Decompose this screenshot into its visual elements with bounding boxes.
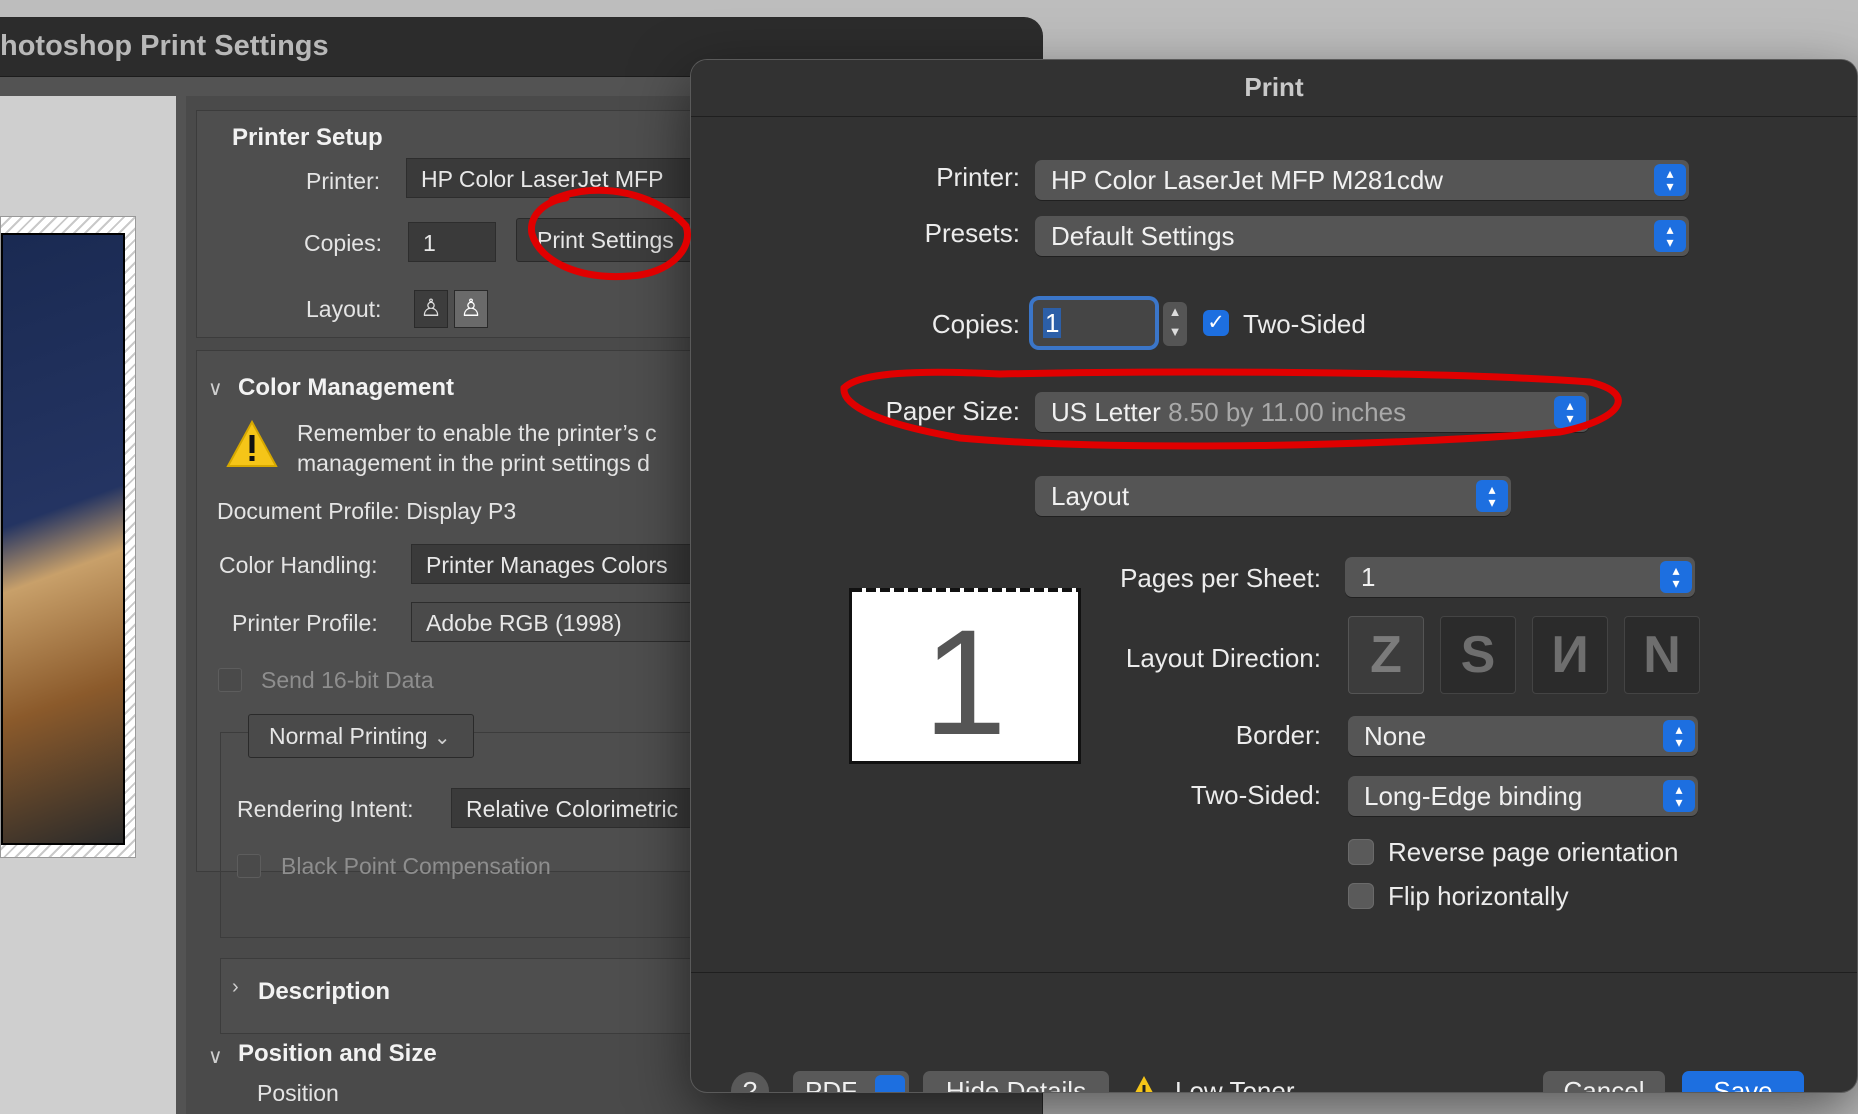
border-value: None (1364, 721, 1427, 751)
copies-value: 1 (1043, 308, 1062, 338)
popup-arrows-icon: ▴ ▾ (1654, 220, 1686, 252)
paper-size-value: US Letter (1051, 397, 1161, 427)
popup-arrows-icon: ▴ ▾ (1476, 480, 1508, 512)
layout-direction-reverse-n[interactable]: И (1532, 616, 1608, 694)
pages-per-sheet-popup[interactable]: 1 ▴ ▾ (1345, 557, 1695, 597)
send-16bit-checkbox[interactable] (218, 668, 242, 692)
photoshop-window-title: hotoshop Print Settings (0, 30, 329, 62)
print-preview-area (0, 96, 176, 1114)
color-handling-label: Color Handling: (219, 552, 378, 578)
copies-input[interactable]: 1 (1033, 300, 1155, 346)
copies-stepper[interactable]: ▲ ▼ (1163, 302, 1187, 346)
position-size-heading: Position and Size (238, 1040, 437, 1067)
paper-size-popup[interactable]: US Letter 8.50 by 11.00 inches ▴ ▾ (1035, 392, 1589, 432)
print-settings-button[interactable]: Print Settings (516, 218, 716, 262)
black-point-label: Black Point Compensation (281, 853, 551, 879)
chevron-down-icon[interactable]: ∨ (208, 376, 223, 401)
reverse-orientation-label: Reverse page orientation (1388, 837, 1679, 867)
ps-copies-input[interactable]: 1 (408, 222, 496, 262)
ps-copies-label: Copies: (304, 230, 382, 256)
color-management-heading: Color Management (238, 374, 455, 401)
page-preview-perforation (852, 588, 1078, 592)
paper-size-label: Paper Size: (885, 396, 1020, 426)
preview-photo (1, 233, 125, 845)
presets-value: Default Settings (1051, 221, 1235, 251)
print-dialog-title: Print (1244, 72, 1304, 102)
chevron-down-icon: ⌄ (875, 1075, 905, 1092)
send-16bit-label: Send 16-bit Data (261, 667, 434, 693)
popup-arrows-icon: ▴ ▾ (1554, 396, 1586, 428)
normal-printing-dropdown[interactable]: Normal Printing ⌄ (248, 714, 474, 758)
layout-direction-s[interactable]: S (1440, 616, 1516, 694)
flip-horizontally-checkbox[interactable] (1348, 883, 1374, 909)
ps-layout-label: Layout: (306, 296, 382, 322)
flip-horizontally-label: Flip horizontally (1388, 881, 1569, 911)
popup-arrows-icon: ▴ ▾ (1663, 780, 1695, 812)
pages-per-sheet-value: 1 (1361, 562, 1376, 592)
landscape-layout-icon[interactable]: ♙ (454, 290, 488, 328)
rendering-intent-label: Rendering Intent: (237, 796, 414, 822)
save-button[interactable]: Save (1682, 1071, 1804, 1092)
page-preview-number: 1 (923, 598, 1007, 766)
portrait-layout-icon[interactable]: ♙ (414, 290, 448, 328)
description-heading: Description (258, 978, 391, 1005)
section-popup[interactable]: Layout ▴ ▾ (1035, 476, 1511, 516)
reverse-orientation-checkbox[interactable] (1348, 839, 1374, 865)
border-label: Border: (1235, 720, 1321, 750)
two-sided-binding-label: Two-Sided: (1190, 780, 1321, 810)
popup-arrows-icon: ▴ ▾ (1660, 561, 1692, 593)
printer-value: HP Color LaserJet MFP M281cdw (1051, 165, 1444, 195)
print-dialog-titlebar: Print (691, 60, 1857, 117)
pdf-menu-button[interactable]: PDF ⌄ (793, 1071, 909, 1092)
help-button[interactable]: ? (731, 1072, 769, 1092)
printer-setup-heading: Printer Setup (232, 124, 383, 151)
popup-arrows-icon: ▴ ▾ (1663, 720, 1695, 752)
printer-label: Printer: (936, 162, 1020, 192)
low-toner-status: Low Toner (1175, 1076, 1295, 1092)
two-sided-check-label: Two-Sided (1243, 309, 1366, 339)
chevron-right-icon[interactable]: › (232, 976, 239, 999)
popup-arrows-icon: ▴ ▾ (1654, 164, 1686, 196)
cancel-button[interactable]: Cancel (1543, 1071, 1665, 1092)
layout-direction-n[interactable]: N (1624, 616, 1700, 694)
layout-direction-z[interactable]: Z (1348, 616, 1424, 694)
print-preview-page (0, 216, 136, 858)
border-popup[interactable]: None ▴ ▾ (1348, 716, 1698, 756)
two-sided-binding-popup[interactable]: Long-Edge binding ▴ ▾ (1348, 776, 1698, 816)
footer-divider (691, 972, 1857, 973)
color-warning-line2: management in the print settings d (297, 450, 650, 476)
page-preview: 1 (849, 588, 1081, 764)
paper-size-detail: 8.50 by 11.00 inches (1168, 397, 1407, 427)
hide-details-button[interactable]: Hide Details (923, 1071, 1109, 1092)
pdf-label: PDF (805, 1076, 857, 1092)
two-sided-checkbox[interactable]: ✓ (1203, 310, 1229, 336)
warning-icon (226, 420, 278, 467)
print-dialog: Print Printer: HP Color LaserJet MFP M28… (691, 60, 1857, 1092)
presets-label: Presets: (924, 218, 1020, 248)
black-point-checkbox[interactable] (237, 854, 261, 878)
position-label: Position (257, 1080, 339, 1106)
printer-popup[interactable]: HP Color LaserJet MFP M281cdw ▴ ▾ (1035, 160, 1689, 200)
pages-per-sheet-label: Pages per Sheet: (1120, 563, 1321, 593)
layout-direction-label: Layout Direction: (1125, 643, 1321, 673)
normal-printing-label: Normal Printing (269, 723, 428, 749)
document-profile: Document Profile: Display P3 (217, 498, 517, 524)
printer-profile-label: Printer Profile: (232, 610, 378, 636)
presets-popup[interactable]: Default Settings ▴ ▾ (1035, 216, 1689, 256)
ps-printer-label: Printer: (306, 168, 381, 194)
two-sided-binding-value: Long-Edge binding (1364, 781, 1583, 811)
chevron-down-icon[interactable]: ∨ (208, 1044, 223, 1069)
copies-label: Copies: (931, 309, 1020, 339)
warning-icon (1135, 1076, 1153, 1092)
color-warning-line1: Remember to enable the printer’s c (297, 420, 657, 446)
chevron-down-icon: ⌄ (433, 727, 451, 749)
section-value: Layout (1051, 481, 1130, 511)
